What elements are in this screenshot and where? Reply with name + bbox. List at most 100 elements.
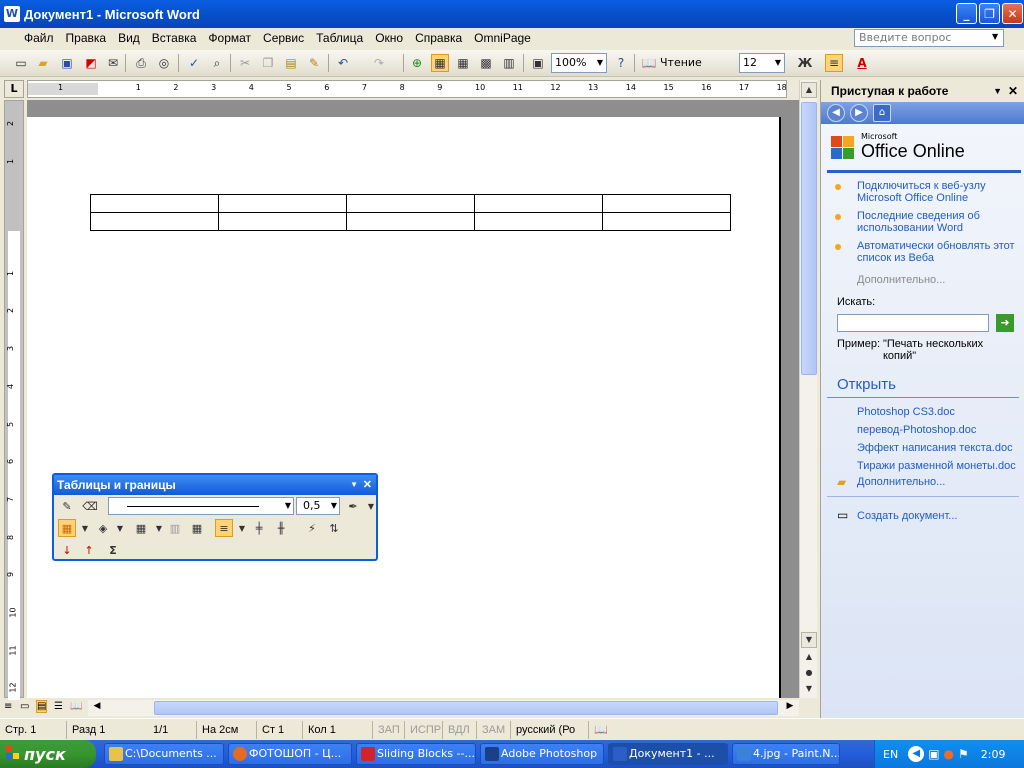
print-preview-icon[interactable]: ◎ (155, 54, 173, 72)
horizontal-ruler[interactable]: 12123456789101112131415161718 (27, 80, 787, 98)
distribute-rows-icon[interactable]: ╪ (250, 519, 268, 537)
browse-object-button[interactable]: ● (801, 666, 817, 682)
email-icon[interactable]: ✉ (104, 54, 122, 72)
autosum-button[interactable]: Σ (104, 541, 122, 559)
start-button[interactable]: пуск (0, 740, 96, 768)
reading-mode-label[interactable]: Чтение (660, 56, 702, 69)
network-icon[interactable]: ▣ (928, 747, 939, 761)
font-size-select[interactable]: 12 ▼ (739, 53, 785, 73)
redo-icon[interactable]: ↷ (370, 54, 388, 72)
status-trk[interactable]: ИСПР (404, 720, 442, 739)
sort-descending-icon[interactable]: ↑ (80, 541, 98, 559)
menu-edit[interactable]: Правка (60, 29, 113, 48)
insert-table-icon-2[interactable]: ▦ (132, 519, 150, 537)
task-documents[interactable]: C:\Documents ... (104, 743, 224, 765)
task-sliding-blocks[interactable]: Sliding Blocks --... (356, 743, 476, 765)
align-left-icon[interactable]: ≡ (825, 54, 843, 72)
help-icon[interactable]: ? (612, 54, 630, 72)
new-document-icon[interactable]: ▭ (12, 54, 30, 72)
ask-question-input[interactable]: Введите вопрос (854, 29, 1004, 47)
task-photoshop[interactable]: Adobe Photoshop (480, 743, 604, 765)
previous-page-button[interactable]: ▲ (801, 650, 817, 666)
reading-view-icon[interactable]: 📖 (70, 701, 82, 712)
table-cell[interactable] (218, 212, 347, 231)
scroll-down-button[interactable]: ▼ (801, 632, 817, 648)
menu-format[interactable]: Формат (202, 29, 257, 48)
auto-update-link[interactable]: Автоматически обновлять этот список из В… (857, 240, 1017, 264)
outline-view-icon[interactable]: ☰ (54, 701, 63, 712)
table-cell[interactable] (474, 212, 603, 231)
task-word[interactable]: Документ1 - ... (608, 743, 728, 765)
scroll-left-button[interactable]: ◀ (90, 701, 104, 715)
menu-table[interactable]: Таблица (310, 29, 369, 48)
status-ext[interactable]: ВДЛ (442, 720, 476, 739)
cut-icon[interactable]: ✂ (236, 54, 254, 72)
normal-view-icon[interactable]: ≡ (4, 701, 12, 712)
permission-icon[interactable]: ◩ (82, 54, 100, 72)
eraser-icon[interactable]: ⌫ (81, 497, 99, 515)
document-table[interactable] (90, 194, 731, 231)
menu-view[interactable]: Вид (112, 29, 146, 48)
scroll-up-button[interactable]: ▲ (801, 82, 817, 98)
align-dropdown-icon[interactable]: ▼ (233, 519, 251, 537)
undo-icon[interactable]: ↶ (334, 54, 352, 72)
latest-news-link[interactable]: Последние сведения об использовании Word (857, 210, 1017, 234)
table-autoformat-icon[interactable]: ⚡ (303, 519, 321, 537)
recent-file-4[interactable]: Тиражи разменной монеты.doc (857, 460, 1016, 472)
status-ovr[interactable]: ЗАМ (476, 720, 510, 739)
task-pane-close-icon[interactable]: ✕ (1008, 80, 1018, 102)
insert-excel-icon[interactable]: ▩ (477, 54, 495, 72)
font-color-button[interactable]: A (853, 54, 871, 72)
back-icon[interactable]: ◀ (827, 104, 845, 122)
table-cell[interactable] (218, 194, 347, 213)
reading-layout-icon[interactable]: 📖 (640, 54, 658, 72)
distribute-columns-icon[interactable]: ╫ (272, 519, 290, 537)
open-more-link[interactable]: Дополнительно... (857, 476, 945, 488)
table-cell[interactable] (90, 194, 219, 213)
sort-ascending-icon[interactable]: ↓ (58, 541, 76, 559)
task-paint[interactable]: 4.jpg - Paint.N... (732, 743, 840, 765)
border-color-icon[interactable]: ✒ (344, 497, 362, 515)
recent-file-3[interactable]: Эффект написания текста.doc (857, 442, 1013, 454)
document-map-icon[interactable]: ▣ (529, 54, 547, 72)
outside-border-icon[interactable]: ▦ (58, 519, 76, 537)
horizontal-scrollbar[interactable]: ◀ ▶ (88, 700, 799, 716)
align-top-left-icon[interactable]: ≡ (215, 519, 233, 537)
scroll-thumb[interactable] (801, 102, 817, 375)
menu-window[interactable]: Окно (369, 29, 409, 48)
toolbar-close-icon[interactable]: ✕ (363, 475, 372, 495)
print-layout-icon[interactable]: ▤ (36, 700, 48, 713)
document-area[interactable] (27, 100, 799, 698)
search-go-icon[interactable]: ➜ (996, 314, 1014, 332)
shading-dropdown-icon[interactable]: ▼ (111, 519, 129, 537)
language-indicator[interactable]: EN (883, 748, 898, 761)
menu-help[interactable]: Справка (409, 29, 468, 48)
print-icon[interactable]: ⎙ (132, 54, 150, 72)
tables-borders-titlebar[interactable]: Таблицы и границы ▼ ✕ (54, 475, 376, 495)
recent-file-1[interactable]: Photoshop CS3.doc (857, 406, 955, 418)
hscroll-thumb[interactable] (154, 701, 778, 715)
insert-table-icon[interactable]: ▦ (454, 54, 472, 72)
open-icon[interactable]: ▰ (34, 54, 52, 72)
flag-icon[interactable]: ⚑ (958, 747, 969, 761)
tables-borders-icon[interactable]: ▦ (431, 54, 449, 72)
table-cell[interactable] (602, 194, 731, 213)
table-cell[interactable] (90, 212, 219, 231)
toolbar-options-icon[interactable]: ▼ (350, 475, 358, 495)
table-cell[interactable] (474, 194, 603, 213)
firewall-icon[interactable]: ● (944, 747, 954, 761)
recent-file-2[interactable]: перевод-Photoshop.doc (857, 424, 976, 436)
split-cells-icon[interactable]: ▦ (188, 519, 206, 537)
minimize-button[interactable]: _ (956, 3, 977, 24)
hyperlink-icon[interactable]: ⊕ (408, 54, 426, 72)
border-dropdown-icon[interactable]: ▼ (76, 519, 94, 537)
task-firefox[interactable]: ФОТОШОП - Ц... (228, 743, 352, 765)
format-painter-icon[interactable]: ✎ (305, 54, 323, 72)
spelling-status-icon[interactable]: 📖 (588, 720, 628, 739)
table-cell[interactable] (602, 212, 731, 231)
merge-cells-icon[interactable]: ▥ (166, 519, 184, 537)
menu-tools[interactable]: Сервис (257, 29, 310, 48)
close-button[interactable]: ✕ (1002, 3, 1023, 24)
maximize-button[interactable]: ❐ (979, 3, 1000, 24)
next-page-button[interactable]: ▼ (801, 682, 817, 698)
